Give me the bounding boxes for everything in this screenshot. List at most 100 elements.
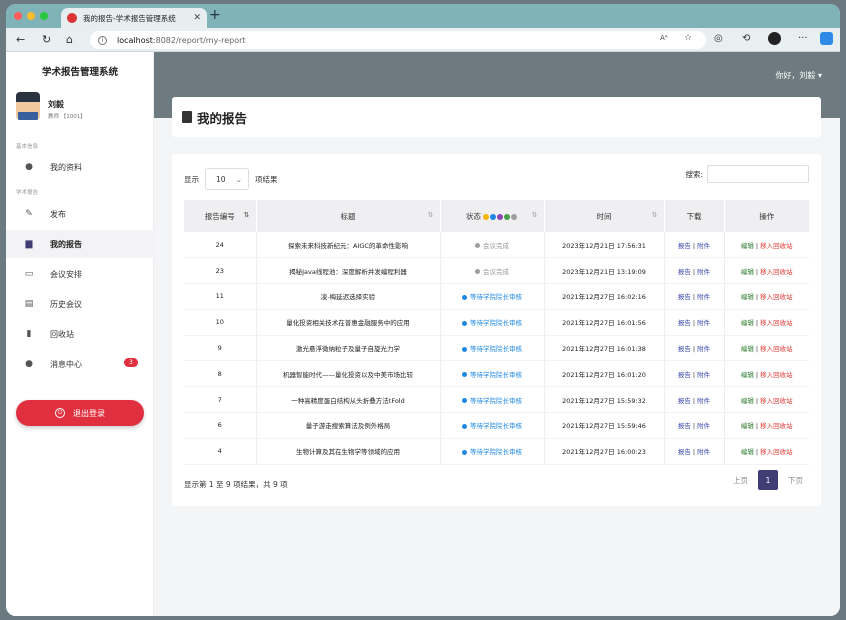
table-row: 4 生物计算及其在生物学等领域的应用 等待学院院长审核 2021年12月27日 16:… bbox=[184, 438, 809, 465]
column-header-title[interactable]: 标题 ⇅ bbox=[256, 200, 441, 232]
close-window-button[interactable] bbox=[14, 12, 22, 20]
report-time: 2023年12月21日 17:56:31 bbox=[544, 232, 665, 259]
download-cell: 报告 | 附件 bbox=[664, 257, 725, 285]
user-role: 教师 【1001】 bbox=[48, 114, 86, 120]
new-tab-button[interactable]: + bbox=[209, 7, 221, 23]
edit-link[interactable]: 编辑 bbox=[741, 242, 754, 250]
browser-tab[interactable]: 我的报告-学术报告管理系统 ✕ bbox=[61, 8, 207, 28]
edit-link[interactable]: 编辑 bbox=[741, 371, 754, 379]
edit-link[interactable]: 编辑 bbox=[741, 345, 754, 353]
prev-page-button[interactable]: 上页 bbox=[727, 470, 754, 490]
edit-link[interactable]: 编辑 bbox=[741, 293, 754, 301]
column-header-time[interactable]: 时间 ⇅ bbox=[544, 200, 665, 232]
download-cell: 报告 | 附件 bbox=[664, 386, 725, 414]
table-header-row: 报告编号 ⇅ 标题 ⇅ 状态 ⇅ 时间 ⇅ 下载 操作 bbox=[184, 200, 809, 232]
favicon-icon bbox=[67, 13, 77, 23]
status-dot bbox=[490, 213, 496, 220]
profile-avatar-icon[interactable] bbox=[768, 32, 781, 45]
edit-link[interactable]: 编辑 bbox=[741, 422, 754, 430]
download-attachment-link[interactable]: 附件 bbox=[697, 293, 710, 301]
download-cell: 报告 | 附件 bbox=[664, 335, 725, 362]
download-cell: 报告 | 附件 bbox=[664, 360, 725, 388]
url-field[interactable]: i localhost:8082/report/my-report bbox=[90, 31, 706, 49]
move-to-trash-link[interactable]: 移入回收站 bbox=[760, 397, 793, 405]
edit-link[interactable]: 编辑 bbox=[741, 448, 754, 456]
report-table-card: 显示 10 ⌄ 项结果 搜索: 报告编号 ⇅ 标题 ⇅ 状态 ⇅ 时间 ⇅ 下载… bbox=[172, 154, 821, 506]
download-attachment-link[interactable]: 附件 bbox=[697, 397, 710, 405]
move-to-trash-link[interactable]: 移入回收站 bbox=[760, 371, 793, 379]
copilot-icon[interactable] bbox=[820, 32, 833, 45]
report-id: 8 bbox=[184, 360, 257, 388]
report-title: 机器智能时代——量化投资以及中美市场比较 bbox=[256, 360, 441, 388]
reload-icon[interactable]: ↻ bbox=[42, 33, 51, 46]
sidebar-item-my-reports[interactable]: ▆ 我的报告 bbox=[6, 230, 154, 258]
sidebar-item-trash[interactable]: ▮ 回收站 bbox=[6, 320, 154, 348]
download-cell: 报告 | 附件 bbox=[664, 283, 725, 310]
download-report-link[interactable]: 报告 bbox=[678, 422, 691, 430]
report-title: 探索未来科技新纪元：AIGC的革命性影响 bbox=[256, 232, 441, 259]
sidebar-item-profile[interactable]: ● 我的资料 bbox=[6, 153, 154, 181]
table-row: 23 揭秘Java线程池：深度解析并发编程利器 会议完成 2023年12月21日 13… bbox=[184, 257, 809, 285]
sidebar-item-messages[interactable]: ● 消息中心 3 bbox=[6, 350, 154, 378]
column-header-status[interactable]: 状态 ⇅ bbox=[440, 200, 545, 232]
move-to-trash-link[interactable]: 移入回收站 bbox=[760, 293, 793, 301]
user-menu[interactable]: 你好，刘毅 ▾ bbox=[775, 70, 822, 81]
download-attachment-link[interactable]: 附件 bbox=[697, 345, 710, 353]
download-attachment-link[interactable]: 附件 bbox=[697, 319, 710, 327]
home-icon[interactable]: ⌂ bbox=[66, 33, 73, 46]
table-row: 6 量子游走搜索算法及例外格局 等待学院院长审核 2021年12月27日 15:59:… bbox=[184, 412, 809, 439]
edit-link[interactable]: 编辑 bbox=[741, 397, 754, 405]
page-length-select[interactable]: 10 ⌄ bbox=[205, 168, 249, 190]
page-1-button[interactable]: 1 bbox=[758, 470, 778, 490]
favorite-star-icon[interactable]: ☆ bbox=[684, 33, 692, 43]
status-dot bbox=[462, 423, 467, 429]
edit-link[interactable]: 编辑 bbox=[741, 319, 754, 327]
brand-title: 学术报告管理系统 bbox=[41, 67, 118, 78]
edit-icon: ✎ bbox=[25, 209, 33, 219]
download-report-link[interactable]: 报告 bbox=[678, 319, 691, 327]
download-attachment-link[interactable]: 附件 bbox=[697, 448, 710, 456]
read-aloud-icon[interactable]: Aᴬ bbox=[660, 34, 668, 42]
download-report-link[interactable]: 报告 bbox=[678, 371, 691, 379]
sort-icon: ⇅ bbox=[651, 211, 658, 219]
sidebar-item-publish[interactable]: ✎ 发布 bbox=[6, 200, 154, 228]
download-attachment-link[interactable]: 附件 bbox=[697, 268, 710, 276]
download-report-link[interactable]: 报告 bbox=[678, 448, 691, 456]
maximize-window-button[interactable] bbox=[40, 12, 48, 20]
history-toolbar-icon[interactable]: ⟲ bbox=[742, 33, 750, 44]
move-to-trash-link[interactable]: 移入回收站 bbox=[760, 268, 793, 276]
page-length-value: 10 bbox=[216, 174, 226, 184]
info-icon[interactable]: i bbox=[98, 35, 107, 45]
extension-icon[interactable]: ◎ bbox=[714, 33, 723, 44]
logout-button[interactable]: ⏻ 退出登录 bbox=[16, 400, 144, 426]
tab-close-icon[interactable]: ✕ bbox=[193, 13, 201, 23]
move-to-trash-link[interactable]: 移入回收站 bbox=[760, 422, 793, 430]
column-header-id[interactable]: 报告编号 ⇅ bbox=[184, 200, 257, 232]
move-to-trash-link[interactable]: 移入回收站 bbox=[760, 319, 793, 327]
report-title: 生物计算及其在生物学等领域的应用 bbox=[256, 438, 441, 465]
move-to-trash-link[interactable]: 移入回收站 bbox=[760, 242, 793, 250]
next-page-button[interactable]: 下页 bbox=[782, 470, 809, 490]
download-attachment-link[interactable]: 附件 bbox=[697, 422, 710, 430]
minimize-window-button[interactable] bbox=[27, 12, 35, 20]
download-attachment-link[interactable]: 附件 bbox=[697, 371, 710, 379]
sidebar-item-schedule[interactable]: ▭ 会议安排 bbox=[6, 260, 154, 288]
report-status: 等待学院院长审核 bbox=[440, 412, 545, 439]
download-report-link[interactable]: 报告 bbox=[678, 345, 691, 353]
entries-label: 项结果 bbox=[255, 174, 278, 184]
move-to-trash-link[interactable]: 移入回收站 bbox=[760, 448, 793, 456]
download-report-link[interactable]: 报告 bbox=[678, 293, 691, 301]
sidebar-item-label: 消息中心 bbox=[50, 359, 82, 369]
sidebar-item-history[interactable]: ▤ 历史会议 bbox=[6, 290, 154, 318]
download-report-link[interactable]: 报告 bbox=[678, 268, 691, 276]
download-report-link[interactable]: 报告 bbox=[678, 242, 691, 250]
edit-link[interactable]: 编辑 bbox=[741, 268, 754, 276]
more-menu-icon[interactable]: ··· bbox=[798, 33, 808, 44]
download-attachment-link[interactable]: 附件 bbox=[697, 242, 710, 250]
sidebar-item-label: 我的报告 bbox=[50, 239, 82, 249]
back-icon[interactable]: ← bbox=[16, 33, 25, 46]
download-report-link[interactable]: 报告 bbox=[678, 397, 691, 405]
move-to-trash-link[interactable]: 移入回收站 bbox=[760, 345, 793, 353]
tab-bar: 我的报告-学术报告管理系统 ✕ + bbox=[6, 4, 840, 28]
search-input[interactable] bbox=[707, 165, 809, 183]
